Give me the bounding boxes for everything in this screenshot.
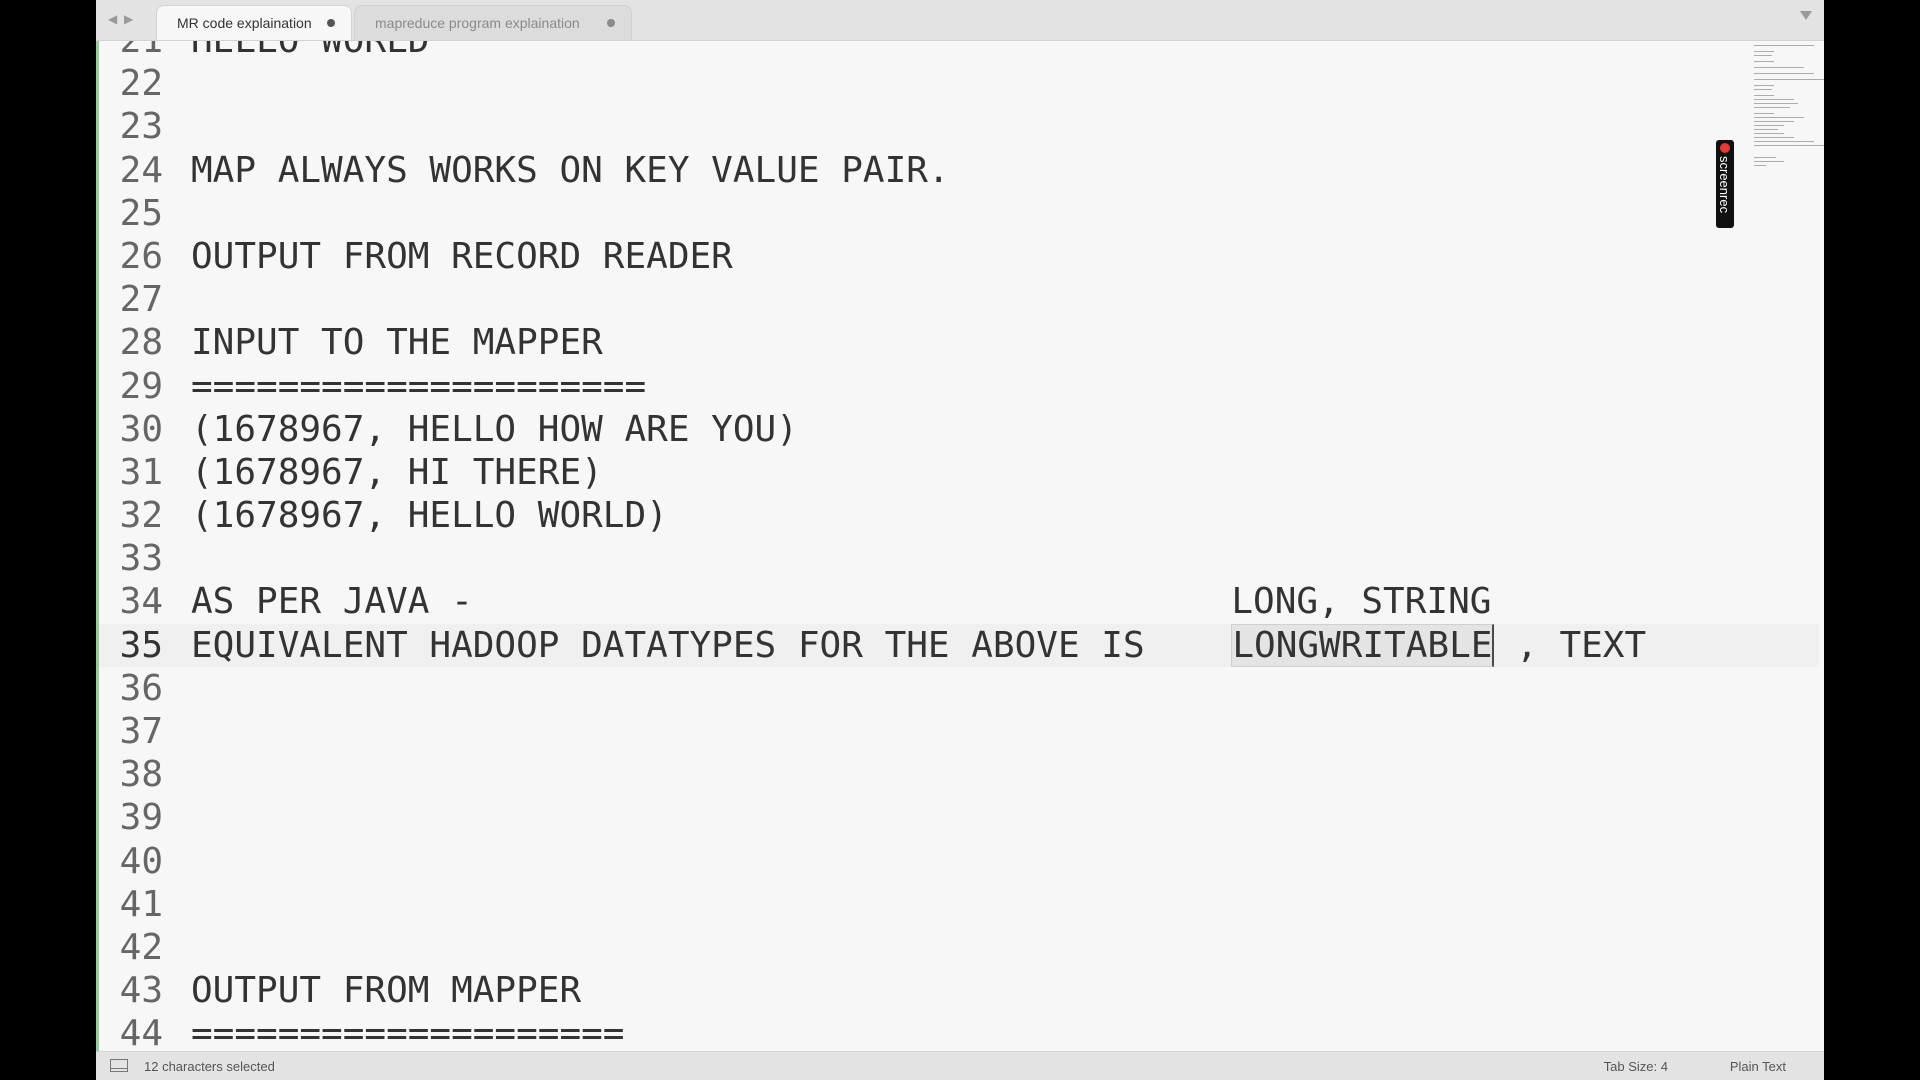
- line-text: OUTPUT FROM RECORD READER: [191, 235, 733, 277]
- code-line[interactable]: 43 OUTPUT FROM MAPPER: [99, 969, 1819, 1012]
- code-line[interactable]: 29 =====================: [99, 365, 1819, 408]
- line-number: 35: [119, 624, 163, 666]
- code-line[interactable]: 35 EQUIVALENT HADOOP DATATYPES FOR THE AB…: [99, 623, 1819, 667]
- code-line[interactable]: 28 INPUT TO THE MAPPER: [99, 321, 1819, 364]
- line-text: EQUIVALENT HADOOP DATATYPES FOR THE ABOV…: [191, 623, 1647, 667]
- code-line[interactable]: 30 (1678967, HELLO HOW ARE YOU): [99, 408, 1819, 451]
- code-line[interactable]: 36: [99, 667, 1819, 710]
- line-number: 36: [119, 667, 163, 709]
- line-text: ====================: [191, 1013, 625, 1052]
- line-number: 28: [119, 322, 163, 364]
- tab-label: MR code explaination: [177, 15, 312, 31]
- minimap[interactable]: [1734, 41, 1824, 241]
- line-number: 39: [119, 797, 163, 839]
- tab-bar: ◀ ▶ MR code explaination mapreduce progr…: [96, 0, 1824, 41]
- code-line[interactable]: 25: [99, 192, 1819, 235]
- line-text-after: , TEXT: [1494, 624, 1647, 666]
- panel-toggle-icon[interactable]: [110, 1059, 128, 1072]
- line-number: 22: [119, 63, 163, 105]
- editor-window: ◀ ▶ MR code explaination mapreduce progr…: [96, 0, 1824, 1080]
- code-line[interactable]: 42: [99, 926, 1819, 969]
- code-line[interactable]: 40: [99, 840, 1819, 883]
- code-line[interactable]: 34 AS PER JAVA - LONG, STRING: [99, 580, 1819, 623]
- record-dot-icon: [1720, 143, 1730, 153]
- code-line[interactable]: 27: [99, 278, 1819, 321]
- code-line[interactable]: 39: [99, 796, 1819, 839]
- line-number: 31: [119, 451, 163, 493]
- line-number: 27: [119, 279, 163, 321]
- line-number: 38: [119, 754, 163, 796]
- syntax-button[interactable]: Plain Text: [1730, 1059, 1786, 1074]
- line-text: MAP ALWAYS WORKS ON KEY VALUE PAIR.: [191, 149, 950, 191]
- tab-mr-code-explaination[interactable]: MR code explaination: [156, 5, 352, 40]
- line-number: 29: [119, 365, 163, 407]
- tab-list-dropdown-icon[interactable]: [1800, 11, 1812, 20]
- code-line[interactable]: 21 HELLO WORLD: [99, 41, 1819, 62]
- code-line[interactable]: 33: [99, 537, 1819, 580]
- code-line[interactable]: 23: [99, 105, 1819, 148]
- line-number: 33: [119, 538, 163, 580]
- code-line[interactable]: 26 OUTPUT FROM RECORD READER: [99, 235, 1819, 278]
- forward-arrow-icon[interactable]: ▶: [124, 12, 133, 26]
- selection-status: 12 characters selected: [144, 1059, 275, 1074]
- line-number: 24: [119, 149, 163, 191]
- line-number: 21: [99, 41, 163, 62]
- line-number: 37: [119, 711, 163, 752]
- line-number: 26: [119, 235, 163, 277]
- line-number: 23: [119, 106, 163, 148]
- status-bar: 12 characters selected Tab Size: 4 Plain…: [96, 1051, 1824, 1080]
- line-text-before: EQUIVALENT HADOOP DATATYPES FOR THE ABOV…: [191, 624, 1232, 666]
- screenrec-widget[interactable]: screenrec: [1716, 140, 1734, 228]
- selected-text[interactable]: LONGWRITABLE: [1231, 623, 1495, 667]
- line-text: (1678967, HELLO HOW ARE YOU): [191, 408, 798, 450]
- line-text: (1678967, HELLO WORLD): [191, 495, 668, 537]
- line-number: 30: [119, 408, 163, 450]
- line-number: 25: [119, 192, 163, 234]
- screenrec-label: screenrec: [1717, 156, 1732, 214]
- back-arrow-icon[interactable]: ◀: [108, 12, 117, 26]
- line-text: =====================: [191, 365, 647, 407]
- unsaved-dot-icon[interactable]: [327, 19, 335, 27]
- line-number: 44: [119, 1013, 163, 1052]
- line-number: 43: [119, 970, 163, 1012]
- line-number: 40: [119, 840, 163, 882]
- text-editor[interactable]: 21 HELLO WORLD 222324 MAP ALWAYS WORKS ON K…: [96, 41, 1824, 1052]
- code-line[interactable]: 24 MAP ALWAYS WORKS ON KEY VALUE PAIR.: [99, 149, 1819, 192]
- line-text: AS PER JAVA - LONG, STRING: [191, 581, 1492, 623]
- tab-mapreduce-program-explaination[interactable]: mapreduce program explaination: [354, 5, 632, 40]
- line-number: 34: [119, 581, 163, 623]
- code-line[interactable]: 22: [99, 62, 1819, 105]
- line-text: (1678967, HI THERE): [191, 451, 603, 493]
- code-line[interactable]: 38: [99, 753, 1819, 796]
- code-line[interactable]: 44 ====================: [99, 1012, 1819, 1052]
- line-number: 41: [119, 883, 163, 925]
- code-line[interactable]: 41: [99, 883, 1819, 926]
- line-number: 42: [119, 926, 163, 968]
- tab-size-button[interactable]: Tab Size: 4: [1604, 1059, 1668, 1074]
- line-text: INPUT TO THE MAPPER: [191, 322, 603, 364]
- code-line[interactable]: 32 (1678967, HELLO WORLD): [99, 494, 1819, 537]
- line-number: 32: [119, 495, 163, 537]
- code-line[interactable]: 37: [99, 710, 1819, 753]
- tab-label: mapreduce program explaination: [375, 15, 580, 31]
- unsaved-dot-icon[interactable]: [607, 19, 615, 27]
- line-text: OUTPUT FROM MAPPER: [191, 970, 582, 1012]
- line-text: HELLO WORLD: [191, 41, 429, 62]
- code-line[interactable]: 31 (1678967, HI THERE): [99, 451, 1819, 494]
- editor-lines: 21 HELLO WORLD 222324 MAP ALWAYS WORKS ON K…: [99, 41, 1819, 1052]
